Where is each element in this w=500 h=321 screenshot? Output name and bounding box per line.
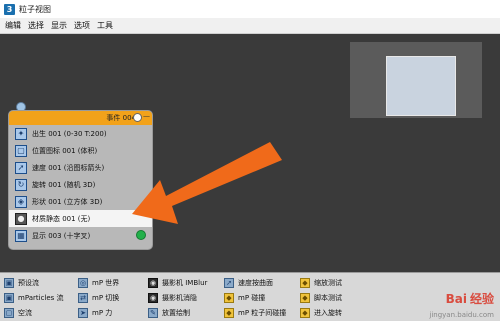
- mp-collision-icon: ◆: [224, 293, 234, 303]
- speed-surface-icon: ➚: [224, 278, 234, 288]
- depot-label: 放置绘制: [162, 309, 190, 317]
- watermark-brand: Bai: [445, 291, 467, 306]
- depot-label: 预设流: [18, 279, 39, 287]
- depot-item[interactable]: ▣ 预设流: [4, 275, 39, 291]
- switch-icon: ⇄: [78, 293, 88, 303]
- scale-test-icon: ◆: [300, 278, 310, 288]
- depot-label: 摄影机 IMBlur: [162, 279, 208, 287]
- camera-imblur-icon: ◉: [148, 278, 158, 288]
- depot-label: mP 切换: [92, 294, 120, 302]
- depot-item[interactable]: ➤ mP 力: [78, 305, 112, 321]
- placement-paint-icon: ✎: [148, 308, 158, 318]
- depot-label: 速度按曲面: [238, 279, 273, 287]
- depot-item[interactable]: ◆ 脚本测试: [300, 290, 342, 306]
- depot-item[interactable]: ◆ 缩放测试: [300, 275, 342, 291]
- depot-label: mP 世界: [92, 279, 120, 287]
- world-icon: ◎: [78, 278, 88, 288]
- spin-test-icon: ◆: [300, 308, 310, 318]
- depot-label: 进入旋转: [314, 309, 342, 317]
- camera-cull-icon: ◉: [148, 293, 158, 303]
- baidu-watermark: Bai 经验: [443, 290, 494, 307]
- depot-item[interactable]: ✎ 放置绘制: [148, 305, 190, 321]
- watermark-url: jingyan.baidu.com: [429, 311, 494, 319]
- depot-item[interactable]: ▣ mParticles 流: [4, 290, 64, 306]
- depot-item[interactable]: ▢ 空流: [4, 305, 32, 321]
- depot-item[interactable]: ◆ mP 粒子间碰撞: [224, 305, 286, 321]
- empty-icon: ▢: [4, 308, 14, 318]
- mp-glue-icon: ◆: [224, 308, 234, 318]
- depot-label: 空流: [18, 309, 32, 317]
- script-test-icon: ◆: [300, 293, 310, 303]
- depot-item[interactable]: ◎ mP 世界: [78, 275, 119, 291]
- force-icon: ➤: [78, 308, 88, 318]
- depot-label: 缩放测试: [314, 279, 342, 287]
- depot-label: 脚本测试: [314, 294, 342, 302]
- depot-item[interactable]: ◆ 进入旋转: [300, 305, 342, 321]
- depot-item[interactable]: ◉ 摄影机消隐: [148, 290, 197, 306]
- depot-label: mP 粒子间碰撞: [238, 309, 287, 317]
- preset-icon: ▣: [4, 278, 14, 288]
- depot-label: 摄影机消隐: [162, 294, 197, 302]
- depot-label: mP 碰撞: [238, 294, 266, 302]
- depot-item[interactable]: ◉ 摄影机 IMBlur: [148, 275, 207, 291]
- depot-item[interactable]: ⇄ mP 切换: [78, 290, 119, 306]
- depot-item[interactable]: ➚ 速度按曲面: [224, 275, 273, 291]
- depot-item[interactable]: ◆ mP 碰撞: [224, 290, 265, 306]
- depot-label: mParticles 流: [18, 294, 64, 302]
- watermark-brand-2: 经验: [469, 292, 494, 306]
- mparticles-icon: ▣: [4, 293, 14, 303]
- depot-panel: ▣ 预设流 ▣ mParticles 流 ▢ 空流 ◎ mP 世界 ⇄ mP 切…: [0, 272, 500, 321]
- depot-label: mP 力: [92, 309, 113, 317]
